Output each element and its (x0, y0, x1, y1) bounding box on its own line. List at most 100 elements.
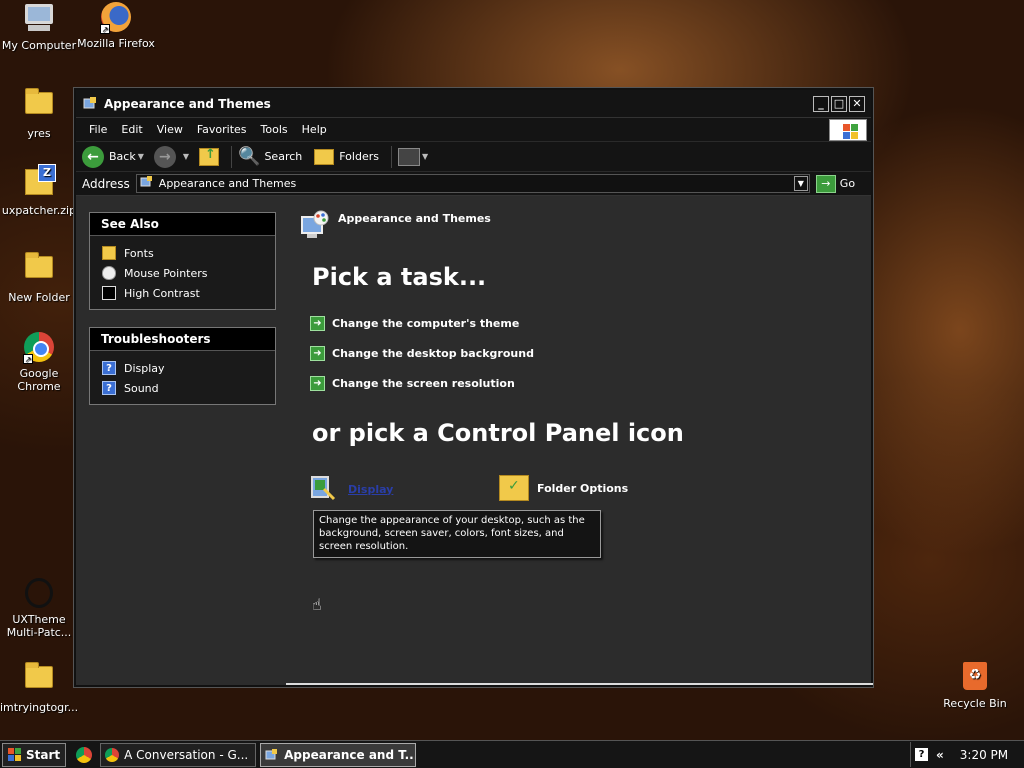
toolbar-separator (390, 145, 392, 168)
forward-arrow-icon: → (153, 145, 176, 168)
folders-label: Folders (339, 150, 379, 163)
search-button[interactable]: 🔍 Search (238, 146, 302, 167)
desktop-icon-yres[interactable]: yres (0, 86, 78, 140)
taskbar-button-chrome[interactable]: A Conversation - G... (100, 742, 257, 767)
views-button[interactable]: ▼ (397, 147, 432, 166)
title-bar[interactable]: Appearance and Themes _ □ ✕ (76, 90, 871, 118)
see-also-fonts[interactable]: Fonts (102, 243, 275, 263)
desktop-icon-google-chrome[interactable]: ↗ Google Chrome (0, 332, 78, 393)
taskbar-button-appearance[interactable]: Appearance and T... (260, 742, 417, 767)
troubleshooter-sound[interactable]: ? Sound (102, 378, 275, 398)
see-also-label: High Contrast (124, 286, 200, 300)
desktop-icon-uxpatcher-zip[interactable]: uxpatcher.zip (0, 164, 78, 217)
folder-options-icon (499, 475, 529, 501)
address-dropdown-icon[interactable]: ▼ (793, 176, 808, 191)
see-also-panel: See Also Fonts Mouse Pointers High Contr… (89, 212, 276, 310)
desktop-icon-label: yres (27, 127, 51, 140)
menu-view[interactable]: View (150, 123, 190, 136)
windows-logo-icon (829, 119, 867, 141)
taskbar: Start A Conversation - G... Appearance a… (0, 740, 1024, 768)
back-label: Back (109, 150, 136, 163)
troubleshooter-display[interactable]: ? Display (102, 358, 275, 378)
desktop-icon-imtryingtogr[interactable]: imtryingtogr... (0, 660, 78, 714)
folders-icon (314, 148, 335, 165)
desktop-icon-uxtheme-patcher[interactable]: UXTheme Multi-Patc... (0, 578, 78, 639)
high-contrast-icon (102, 286, 116, 300)
desktop-icon-recycle-bin[interactable]: Recycle Bin (936, 660, 1014, 710)
desktop-icon-label: imtryingtogr... (0, 701, 79, 714)
section-title: Appearance and Themes (338, 212, 491, 225)
dropdown-caret-icon[interactable]: ▼ (183, 152, 189, 161)
task-change-resolution[interactable]: ➜ Change the screen resolution (310, 376, 515, 391)
recycle-bin-icon (959, 662, 991, 694)
chrome-icon: ↗ (23, 332, 55, 364)
menu-edit[interactable]: Edit (114, 123, 149, 136)
see-also-high-contrast[interactable]: High Contrast (102, 283, 275, 303)
taskbar-button-label: A Conversation - G... (124, 747, 249, 762)
clock[interactable]: 3:20 PM (960, 748, 1008, 762)
folder-icon (23, 88, 55, 124)
help-tray-icon[interactable]: ? (915, 748, 928, 761)
control-panel-icon (265, 748, 279, 762)
display-label: Display (348, 482, 394, 496)
folder-icon (23, 252, 55, 288)
firefox-icon: ↗ (100, 2, 132, 34)
uxtheme-icon (23, 578, 55, 610)
folder-icon (23, 662, 55, 698)
views-grid-icon (397, 147, 420, 166)
task-change-background[interactable]: ➜ Change the desktop background (310, 346, 534, 361)
computer-icon (23, 4, 55, 36)
see-also-label: Mouse Pointers (124, 266, 208, 280)
menu-help[interactable]: Help (295, 123, 334, 136)
back-arrow-icon: ← (82, 145, 104, 168)
task-change-theme[interactable]: ➜ Change the computer's theme (310, 316, 519, 331)
mouse-icon (102, 266, 116, 280)
system-tray: ? « 3:20 PM (910, 742, 1024, 767)
menu-favorites[interactable]: Favorites (190, 123, 254, 136)
dropdown-caret-icon[interactable]: ▼ (138, 152, 144, 161)
menu-bar: File Edit View Favorites Tools Help (76, 118, 871, 142)
hand-cursor-icon: ☝ (312, 595, 322, 614)
chrome-quicklaunch-icon[interactable] (76, 746, 93, 763)
green-arrow-icon: ➜ (310, 316, 325, 331)
green-arrow-icon: ➜ (310, 376, 325, 391)
desktop-icon-firefox[interactable]: ↗ Mozilla Firefox (77, 2, 155, 50)
display-tooltip: Change the appearance of your desktop, s… (313, 510, 601, 558)
see-also-title: See Also (90, 213, 275, 236)
address-field[interactable]: Appearance and Themes ▼ (135, 174, 810, 193)
close-button[interactable]: ✕ (849, 95, 865, 112)
maximize-button[interactable]: □ (831, 95, 847, 112)
troubleshooters-panel: Troubleshooters ? Display ? Sound (89, 327, 276, 405)
go-button[interactable]: → Go (815, 174, 856, 193)
forward-button[interactable]: → ▼ (153, 145, 193, 168)
see-also-mouse-pointers[interactable]: Mouse Pointers (102, 263, 275, 283)
chrome-icon (105, 747, 120, 762)
go-label: Go (839, 177, 856, 190)
windows-flag-icon (8, 747, 22, 762)
desktop-icon-new-folder[interactable]: New Folder (0, 250, 78, 304)
menu-tools[interactable]: Tools (254, 123, 295, 136)
task-label: Change the screen resolution (332, 377, 515, 390)
explorer-window: Appearance and Themes _ □ ✕ File Edit Vi… (74, 88, 873, 687)
bottom-edge-line (286, 683, 873, 685)
desktop-icon-label: UXTheme Multi-Patc... (6, 613, 72, 639)
task-label: Change the computer's theme (332, 317, 520, 330)
see-also-label: Fonts (124, 246, 154, 260)
address-value: Appearance and Themes (158, 177, 297, 190)
back-button[interactable]: ← Back ▼ (82, 145, 148, 168)
menu-file[interactable]: File (82, 123, 114, 136)
desktop-icon-my-computer[interactable]: My Computer (0, 2, 78, 52)
minimize-button[interactable]: _ (813, 95, 829, 112)
go-arrow-icon: → (815, 174, 836, 193)
folders-button[interactable]: Folders (314, 148, 379, 165)
dropdown-caret-icon[interactable]: ▼ (422, 152, 428, 161)
control-panel-folder-options[interactable]: Folder Options (499, 475, 628, 501)
show-hidden-icons-chevron[interactable]: « (936, 748, 944, 762)
control-panel-display[interactable]: Display (310, 475, 393, 503)
up-folder-icon: ↑ (199, 147, 220, 166)
up-folder-button[interactable]: ↑ (199, 147, 220, 166)
toolbar-separator (231, 145, 233, 168)
start-button[interactable]: Start (2, 742, 67, 767)
task-label: Change the desktop background (332, 347, 534, 360)
taskbar-button-label: Appearance and T... (284, 747, 417, 762)
